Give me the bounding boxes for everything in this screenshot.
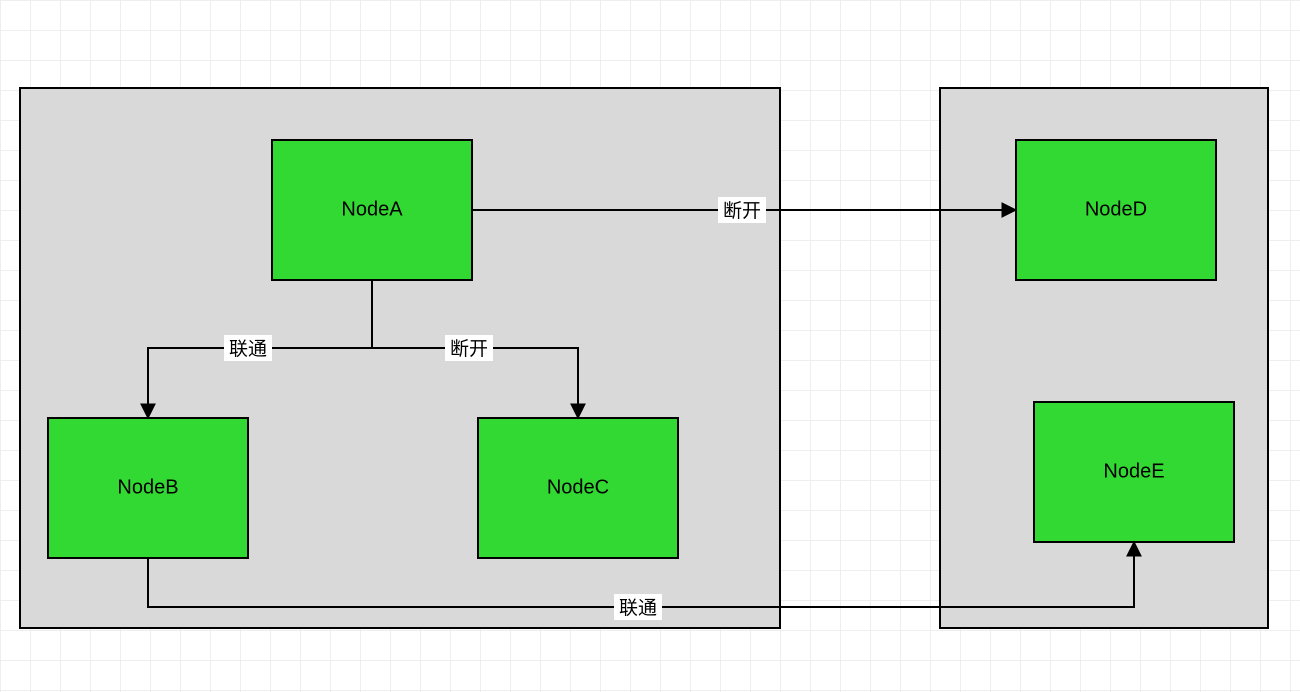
edge-a-b-label: 联通 [229, 338, 267, 360]
edge-a-c-label: 断开 [450, 338, 488, 360]
node-b-label: NodeB [117, 476, 178, 498]
node-e-label: NodeE [1103, 460, 1164, 482]
node-a-label: NodeA [341, 198, 403, 220]
diagram-canvas: NodeA NodeB NodeC NodeD NodeE 断开 联通 断开 联… [0, 0, 1300, 692]
edge-a-d-label: 断开 [723, 200, 761, 222]
node-d-label: NodeD [1085, 198, 1147, 220]
node-c-label: NodeC [547, 476, 609, 498]
edge-b-e-label: 联通 [619, 597, 657, 619]
